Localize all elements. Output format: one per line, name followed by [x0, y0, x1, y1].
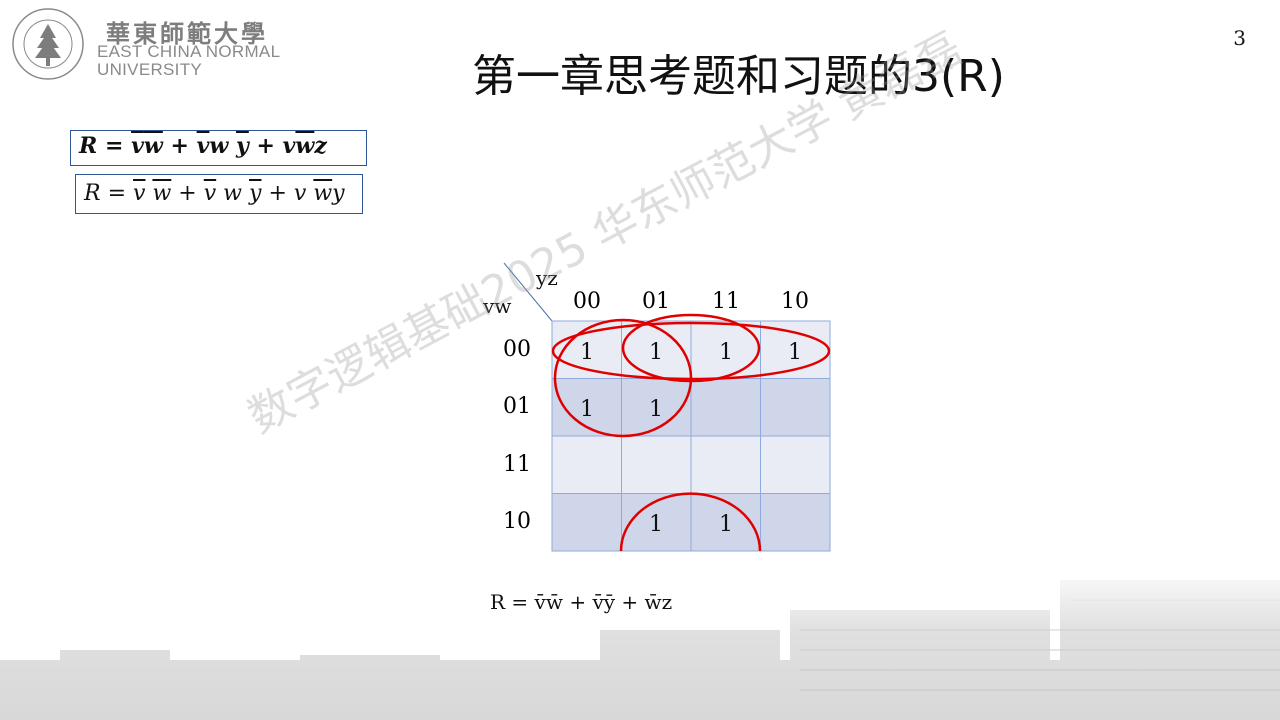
kmap-cell-r1-c2: [690, 378, 761, 437]
kmap-col-header-01: 01: [642, 289, 670, 314]
formula1-term3-v: v: [282, 133, 296, 159]
result-formula: R = v̄w̄ + v̄ȳ + w̄z: [490, 590, 672, 614]
kmap-value-r3-c2: 1: [719, 512, 733, 537]
formula2-term2-y: y: [249, 181, 262, 206]
formula1-term2-y: y: [236, 133, 249, 159]
result-term1: v̄w̄: [534, 590, 563, 614]
kmap-value-r0-c0: 1: [580, 340, 594, 365]
logo-english-name-line1: EAST CHINA NORMAL: [97, 42, 281, 61]
formula1-eq: =: [104, 133, 124, 159]
kmap-row-header-11: 11: [503, 452, 531, 477]
page-number: 3: [1233, 26, 1246, 50]
kmap-row-header-10: 10: [503, 509, 531, 534]
university-seal-icon: [12, 8, 84, 80]
formula2-term3-w: w: [313, 181, 333, 206]
karnaugh-map: yz vw 00 01 11 10 00 01 11 10 1 1 1 1 1 …: [482, 262, 831, 552]
formula-box-2: R = v w + v w y + v wy: [75, 174, 363, 214]
logo-english-name-line2: UNIVERSITY: [97, 60, 203, 79]
formula2-term3-y: y: [332, 181, 345, 206]
result-plus1: +: [569, 590, 587, 614]
kmap-value-r3-c1: 1: [649, 512, 663, 537]
result-lhs: R: [490, 590, 506, 614]
formula1-plus2: +: [256, 133, 275, 159]
kmap-cell-r2-c3: [760, 435, 831, 494]
result-eq: =: [511, 590, 529, 614]
formula1-term1-v: v: [131, 133, 144, 159]
formula2-term1-w: w: [152, 181, 172, 206]
kmap-corner-col-var: yz: [535, 266, 558, 290]
formula2-term1-v: v: [133, 181, 146, 206]
formula2-plus1: +: [178, 181, 197, 206]
kmap-value-r0-c2: 1: [719, 340, 733, 365]
university-logo: 華東師範大學 EAST CHINA NORMAL UNIVERSITY: [10, 6, 300, 82]
slide-title: 第一章思考题和习题的3(R): [472, 51, 1005, 102]
formula-box-1: R = vw + vw y + vwz: [70, 130, 367, 166]
kmap-corner-row-var: vw: [482, 294, 511, 318]
kmap-cell-r3-c0: [551, 493, 622, 552]
kmap-cell-r2-c2: [690, 435, 761, 494]
formula2-term3-v: v: [293, 181, 307, 206]
formula1-term3-w: w: [295, 133, 315, 159]
kmap-col-header-00: 00: [573, 289, 601, 314]
kmap-value-r0-c3: 1: [788, 340, 802, 365]
formula2-eq: =: [107, 181, 127, 206]
result-term2: v̄ȳ: [592, 590, 616, 614]
kmap-value-r1-c0: 1: [580, 397, 594, 422]
kmap-row-header-00: 00: [503, 337, 531, 362]
formula1-term3-z: z: [314, 133, 327, 159]
result-term3: w̄z: [644, 590, 673, 614]
campus-background-image: [0, 560, 1280, 720]
kmap-col-header-11: 11: [712, 289, 740, 314]
kmap-row-header-01: 01: [503, 394, 531, 419]
result-plus2: +: [621, 590, 639, 614]
formula1-term2-v: v: [196, 133, 210, 159]
formula2-term2-w: w: [223, 181, 243, 206]
kmap-cell-r3-c3: [760, 493, 831, 552]
kmap-col-header-10: 10: [781, 289, 809, 314]
kmap-value-r1-c1: 1: [649, 397, 663, 422]
formula1-term2-w: w: [209, 133, 229, 159]
formula2-term2-v: v: [203, 181, 217, 206]
kmap-cell-r2-c0: [551, 435, 622, 494]
formula1-term1-w: w: [143, 133, 163, 159]
kmap-cell-r2-c1: [621, 435, 692, 494]
formula2-lhs: R: [84, 181, 101, 206]
formula1-lhs: R: [79, 133, 98, 159]
kmap-value-r0-c1: 1: [649, 340, 663, 365]
kmap-cell-r1-c3: [760, 378, 831, 437]
formula2-plus2: +: [268, 181, 287, 206]
formula1-plus1: +: [170, 133, 189, 159]
